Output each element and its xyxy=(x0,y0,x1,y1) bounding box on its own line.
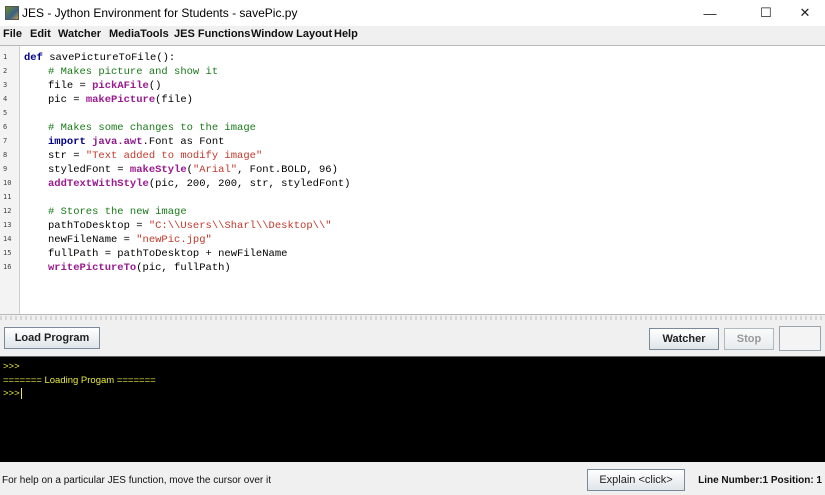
comment: # Stores the new image xyxy=(48,206,187,218)
string-literal: "newPic.jpg" xyxy=(136,234,212,246)
code-line: writePictureTo(pic, fullPath) xyxy=(48,261,231,275)
cursor-position: Line Number:1 Position: 1 xyxy=(698,475,822,486)
code-text: (pic, fullPath) xyxy=(136,262,231,274)
title-bar: JES - Jython Environment for Students - … xyxy=(0,0,825,26)
status-bar: For help on a particular JES function, m… xyxy=(0,466,825,495)
code-text: () xyxy=(148,80,162,92)
keyword: import xyxy=(48,136,86,148)
line-number: 8 xyxy=(3,151,8,159)
code-line: newFileName = "newPic.jpg" xyxy=(48,233,212,247)
text-caret xyxy=(20,388,22,399)
load-program-button[interactable]: Load Program xyxy=(4,327,100,349)
code-line: # Makes picture and show it xyxy=(48,65,218,79)
code-text: newFileName = xyxy=(48,234,137,246)
explain-button[interactable]: Explain <click> xyxy=(587,469,685,491)
code-text: (pic, 200, 200, str, styledFont) xyxy=(148,178,351,190)
line-number: 3 xyxy=(3,81,8,89)
code-line: str = "Text added to modify image" xyxy=(48,149,262,163)
comment: # Makes picture and show it xyxy=(48,66,219,78)
code-text: , Font.BOLD, 96) xyxy=(237,164,338,176)
code-text: savePictureToFile(): xyxy=(42,52,176,64)
menu-file[interactable]: File xyxy=(3,28,22,40)
code-line: styledFont = makeStyle("Arial", Font.BOL… xyxy=(48,163,338,177)
function-name: makePicture xyxy=(85,94,156,106)
line-number: 9 xyxy=(3,165,8,173)
line-number-gutter: 1 2 3 4 5 6 7 8 9 10 11 12 13 14 15 16 xyxy=(0,46,20,314)
minimize-button[interactable]: — xyxy=(687,0,733,26)
line-number: 5 xyxy=(3,109,8,117)
menu-window-layout[interactable]: Window Layout xyxy=(251,28,332,40)
console-prompt-text: >>> xyxy=(3,388,20,400)
stop-button[interactable]: Stop xyxy=(724,328,774,350)
console-output: ======= Loading Progam ======= xyxy=(3,375,156,386)
code-text: fullPath = pathToDesktop + newFileName xyxy=(48,248,288,260)
code-line: pathToDesktop = "C:\\Users\\Sharl\\Deskt… xyxy=(48,219,332,233)
jes-app-icon xyxy=(5,6,19,20)
extra-button[interactable] xyxy=(779,326,821,351)
function-name: writePictureTo xyxy=(48,262,137,274)
menu-mediatools[interactable]: MediaTools xyxy=(109,28,169,40)
line-number: 16 xyxy=(3,263,12,271)
menu-bar: File Edit Watcher MediaTools JES Functio… xyxy=(0,26,825,45)
line-number: 7 xyxy=(3,137,8,145)
command-console[interactable]: >>> ======= Loading Progam ======= >>> xyxy=(0,356,825,462)
string-literal: "Arial" xyxy=(192,164,238,176)
code-line: def savePictureToFile(): xyxy=(24,51,175,65)
menu-help[interactable]: Help xyxy=(334,28,358,40)
code-line: file = pickAFile() xyxy=(48,79,161,93)
line-number: 14 xyxy=(3,235,12,243)
keyword: def xyxy=(24,52,43,64)
line-number: 11 xyxy=(3,193,12,201)
menu-jes-functions[interactable]: JES Functions xyxy=(174,28,250,40)
code-line: import java.awt.Font as Font xyxy=(48,135,224,149)
line-number: 12 xyxy=(3,207,12,215)
code-editor[interactable]: 1 2 3 4 5 6 7 8 9 10 11 12 13 14 15 16 d… xyxy=(0,45,825,315)
code-line: fullPath = pathToDesktop + newFileName xyxy=(48,247,287,261)
menu-watcher[interactable]: Watcher xyxy=(58,28,101,40)
code-text: styledFont = xyxy=(48,164,130,176)
line-number: 10 xyxy=(3,179,12,187)
code-line: # Stores the new image xyxy=(48,205,187,219)
code-text: (file) xyxy=(155,94,193,106)
window-title: JES - Jython Environment for Students - … xyxy=(22,6,298,20)
string-literal: "Text added to modify image" xyxy=(85,150,263,162)
line-number: 6 xyxy=(3,123,8,131)
menu-edit[interactable]: Edit xyxy=(30,28,51,40)
watcher-button[interactable]: Watcher xyxy=(649,328,719,350)
line-number: 4 xyxy=(3,95,8,103)
toolbar: Load Program Watcher Stop xyxy=(0,320,825,356)
code-text: .Font as Font xyxy=(142,136,225,148)
console-prompt-active: >>> xyxy=(3,388,22,400)
comment: # Makes some changes to the image xyxy=(48,122,256,134)
code-line: # Makes some changes to the image xyxy=(48,121,256,135)
module-name: java.awt xyxy=(85,136,143,148)
string-literal: "C:\\Users\\Sharl\\Desktop\\" xyxy=(148,220,332,232)
function-name: pickAFile xyxy=(92,80,149,92)
function-name: addTextWithStyle xyxy=(48,178,149,190)
code-text: pathToDesktop = xyxy=(48,220,149,232)
function-name: makeStyle xyxy=(129,164,187,176)
close-button[interactable]: ✕ xyxy=(782,0,825,26)
code-text: str = xyxy=(48,150,86,162)
line-number: 1 xyxy=(3,53,8,61)
line-number: 13 xyxy=(3,221,12,229)
line-number: 15 xyxy=(3,249,12,257)
code-line: pic = makePicture(file) xyxy=(48,93,193,107)
help-hint: For help on a particular JES function, m… xyxy=(2,475,272,486)
line-number: 2 xyxy=(3,67,8,75)
code-line: addTextWithStyle(pic, 200, 200, str, sty… xyxy=(48,177,350,191)
code-text: pic = xyxy=(48,94,86,106)
code-text: file = xyxy=(48,80,93,92)
console-prompt: >>> xyxy=(3,361,20,372)
